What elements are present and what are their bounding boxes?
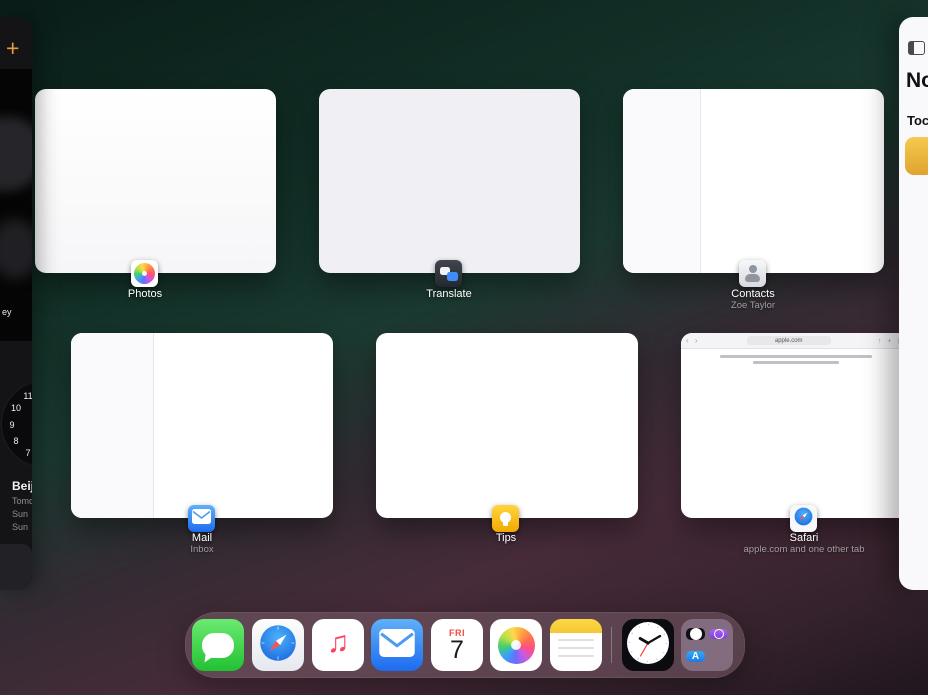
url-field: apple.com <box>747 336 831 345</box>
world-map: ey <box>0 69 32 341</box>
card-subtitle-mail: Inbox <box>190 544 213 555</box>
compass-icon <box>793 506 814 532</box>
contacts-sidebar-pane <box>623 89 701 273</box>
share-icon: ↑ <box>878 338 884 345</box>
notes-line <box>558 655 594 657</box>
map-landmass <box>0 117 32 191</box>
safari-preview-toolbar: ‹ › apple.com ↑ + ▢ <box>681 333 911 349</box>
map-landmass <box>0 219 32 279</box>
app-switcher-screen: ‹ › apple.com ↑ + ▢ <box>0 0 928 695</box>
card-subtitle-safari: apple.com and one other tab <box>744 544 865 555</box>
dock-icon-messages[interactable] <box>192 619 244 671</box>
mini-app-store-icon: A <box>686 651 705 662</box>
notes-line <box>558 639 594 641</box>
clock-number: 8 <box>13 436 18 446</box>
city-detail-line: Sun <box>12 522 28 532</box>
notes-app-window-edge[interactable]: No Toc <box>899 17 928 590</box>
back-icon: ‹ <box>686 336 691 345</box>
clock-number: 10 <box>11 403 21 413</box>
card-label-tips: Tips <box>496 532 516 544</box>
calendar-day: 7 <box>450 638 464 663</box>
photos-flower-icon <box>498 627 535 664</box>
speech-bubble-icon <box>202 633 234 658</box>
new-tab-icon: + <box>887 338 893 345</box>
dock-icon-photos[interactable] <box>490 619 542 671</box>
card-label-translate: Translate <box>426 288 471 300</box>
lightbulb-icon <box>500 512 511 523</box>
dock-icon-app-library[interactable]: A <box>681 619 733 671</box>
card-label-photos: Photos <box>128 288 162 300</box>
clock-number: 11 <box>23 391 32 401</box>
folder-icon[interactable] <box>905 137 928 175</box>
dock-divider <box>611 627 612 663</box>
notes-line <box>558 647 594 649</box>
translate-app-icon[interactable] <box>435 260 462 287</box>
mail-app-icon[interactable] <box>188 505 215 532</box>
clock-app-window-edge[interactable]: + ey 11 10 9 8 7 Beij Tomor Sun Sun <box>0 17 32 590</box>
city-name: Beij <box>12 479 32 493</box>
app-card-tips[interactable] <box>376 333 638 518</box>
dock-icon-safari[interactable] <box>252 619 304 671</box>
dock-icon-notes[interactable] <box>550 619 602 671</box>
card-label-contacts: Contacts <box>731 288 774 300</box>
photos-app-icon[interactable] <box>131 260 158 287</box>
city-detail-line: Tomor <box>12 496 32 506</box>
clock-face-icon <box>625 620 671 671</box>
music-note-icon: ♫ <box>327 628 350 658</box>
card-label-mail: Mail <box>192 532 212 544</box>
panel-title: No <box>906 69 928 93</box>
page-text-line <box>753 361 839 364</box>
dock-icon-mail[interactable] <box>371 619 423 671</box>
photos-flower-icon <box>134 263 155 284</box>
clock-number: 9 <box>9 420 14 430</box>
forward-icon: › <box>695 336 700 345</box>
sidebar-toggle-icon[interactable] <box>908 41 925 55</box>
card-subtitle-contacts: Zoe Taylor <box>731 300 775 311</box>
app-card-safari[interactable]: ‹ › apple.com ↑ + ▢ <box>681 333 911 518</box>
back-forward-icons: ‹ › <box>686 336 700 345</box>
app-card-mail[interactable] <box>71 333 333 518</box>
envelope-icon <box>192 509 211 529</box>
card-label-safari: Safari <box>790 532 819 544</box>
envelope-icon <box>379 629 415 662</box>
dock-icon-calendar[interactable]: FRI 7 <box>431 619 483 671</box>
mail-sidebar-pane <box>71 333 154 518</box>
notes-yellow-band <box>550 619 602 633</box>
dock-icon-clock[interactable] <box>622 619 674 671</box>
mini-podcasts-icon <box>709 629 728 639</box>
person-silhouette-icon <box>739 265 766 282</box>
dock: ♫ FRI 7 <box>185 612 745 678</box>
tips-app-icon[interactable] <box>492 505 519 532</box>
list-row <box>0 544 32 590</box>
app-card-contacts[interactable] <box>623 89 884 273</box>
translate-bubble-icon <box>447 272 458 281</box>
page-text-line <box>720 355 872 358</box>
compass-icon <box>256 621 300 670</box>
panel-section-label: Toc <box>907 113 928 128</box>
app-card-photos[interactable] <box>35 89 276 273</box>
add-button[interactable]: + <box>6 37 19 60</box>
app-card-translate[interactable] <box>319 89 580 273</box>
dock-icon-music[interactable]: ♫ <box>312 619 364 671</box>
map-city-label: ey <box>2 307 12 317</box>
mini-clock-icon <box>686 628 705 640</box>
contacts-app-icon[interactable] <box>739 260 766 287</box>
safari-app-icon[interactable] <box>790 505 817 532</box>
clock-number: 7 <box>25 448 30 458</box>
city-detail-line: Sun <box>12 509 28 519</box>
